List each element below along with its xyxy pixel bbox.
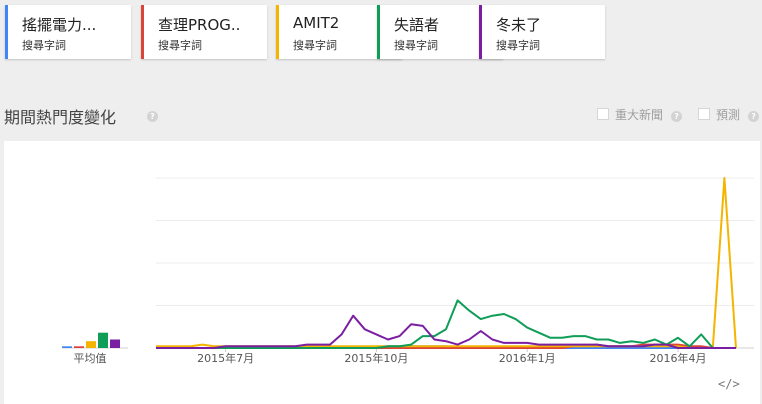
average-bar	[110, 339, 120, 348]
forecast-toggle[interactable]: 預測?	[698, 106, 760, 123]
average-label: 平均值	[74, 352, 107, 365]
x-tick-label: 2015年7月	[197, 351, 254, 365]
x-tick-label: 2016年1月	[499, 351, 556, 365]
interest-over-time-chart: 平均值 2015年7月 2015年10月 2016年1月 2016年4月 </>	[4, 141, 760, 404]
news-checkbox[interactable]	[597, 108, 609, 120]
term-type-label: 搜尋字詞	[22, 39, 66, 52]
term-type-label: 搜尋字詞	[496, 39, 540, 52]
help-icon[interactable]: ?	[147, 111, 158, 122]
search-term-bar: 搖擺電力... 搜尋字詞 查理PROG.. 搜尋字詞 AMIT2 搜尋字詞 失語…	[0, 0, 762, 64]
average-bar	[98, 332, 108, 348]
news-label: 重大新聞	[615, 108, 664, 122]
term-type-label: 搜尋字詞	[158, 39, 202, 52]
x-tick-label: 2016年4月	[650, 351, 707, 365]
term-type-label: 搜尋字詞	[293, 39, 337, 52]
chart-canvas: 平均值 2015年7月 2015年10月 2016年1月 2016年4月	[62, 177, 754, 365]
help-icon[interactable]: ?	[748, 111, 760, 122]
section-title: 期間熱門度變化	[4, 108, 117, 127]
average-bar	[86, 341, 96, 348]
term-name: 失語者	[394, 16, 440, 34]
term-name: 冬未了	[496, 16, 542, 34]
embed-code-icon[interactable]: </>	[718, 377, 740, 391]
forecast-checkbox[interactable]	[698, 108, 710, 120]
term-name: 搖擺電力...	[22, 16, 97, 34]
term-name: AMIT2	[293, 14, 340, 32]
x-tick-label: 2015年10月	[344, 351, 408, 365]
average-bar	[62, 346, 72, 348]
series-line	[156, 314, 736, 349]
term-card-charlie-prog[interactable]: 查理PROG.. 搜尋字詞	[141, 5, 267, 59]
average-bar	[74, 346, 84, 348]
term-type-label: 搜尋字詞	[394, 39, 438, 52]
term-name: 查理PROG..	[158, 16, 241, 34]
term-card-winter[interactable]: 冬未了 搜尋字詞	[479, 5, 605, 59]
help-icon[interactable]: ?	[671, 111, 683, 122]
forecast-label: 預測	[716, 108, 741, 122]
news-headlines-toggle[interactable]: 重大新聞?	[597, 106, 683, 123]
term-card-swing-power[interactable]: 搖擺電力... 搜尋字詞	[5, 5, 131, 59]
